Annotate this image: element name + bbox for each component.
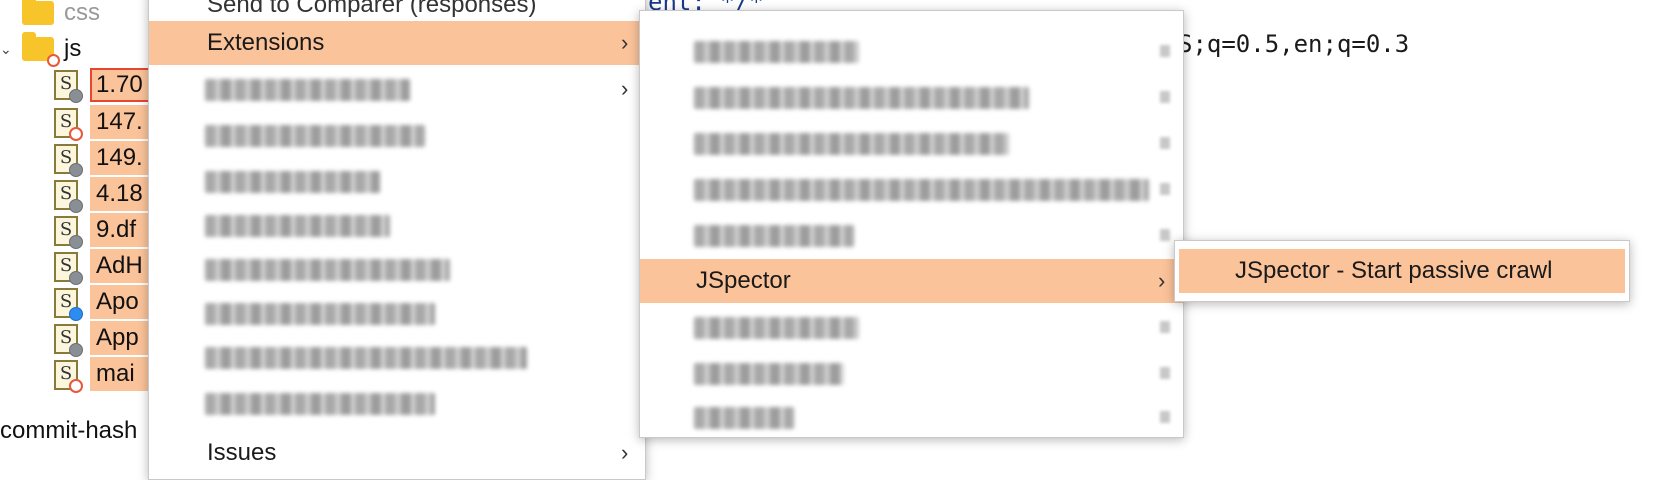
menu-item-redacted[interactable] <box>149 247 645 291</box>
tree-file[interactable]: S <box>54 248 83 286</box>
js-file-icon: S <box>54 70 83 103</box>
menu-item-issues[interactable]: Issues › <box>149 431 645 475</box>
js-file-icon: S <box>54 288 83 321</box>
jspector-submenu: JSpector - Start passive crawl <box>1174 240 1630 302</box>
tree-file-label[interactable]: Apo <box>90 285 156 319</box>
tree-file[interactable]: S <box>54 104 83 142</box>
tree-file[interactable]: S <box>54 212 83 250</box>
extensions-submenu: JSpector › <box>639 10 1184 438</box>
status-badge <box>69 127 83 141</box>
tree-folder-css[interactable]: css <box>22 0 100 32</box>
tree-folder-label: js <box>64 35 82 62</box>
status-badge <box>69 235 83 249</box>
tree-file-label[interactable]: App <box>90 321 156 355</box>
status-badge <box>69 343 83 357</box>
menu-item-redacted[interactable] <box>640 395 1183 439</box>
status-badge <box>69 89 83 103</box>
menu-item-redacted[interactable] <box>149 113 645 157</box>
chevron-down-icon[interactable]: ⌄ <box>0 41 14 58</box>
menu-item-redacted[interactable] <box>149 291 645 335</box>
tree-file[interactable]: S <box>54 284 83 322</box>
js-file-icon: S <box>54 360 83 393</box>
js-file-icon: S <box>54 216 83 249</box>
js-file-icon: S <box>54 144 83 177</box>
menu-item-redacted[interactable]: › <box>149 67 645 111</box>
tree-folder-label: css <box>64 0 100 26</box>
folder-icon <box>22 32 60 67</box>
tree-file-label[interactable]: 147. <box>90 105 156 139</box>
menu-item-extensions[interactable]: Extensions › <box>149 21 645 65</box>
tree-file[interactable]: S <box>54 320 83 358</box>
status-badge <box>69 379 83 393</box>
js-file-icon: S <box>54 108 83 141</box>
tree-folder-js[interactable]: ⌄ js <box>0 30 81 68</box>
js-file-icon: S <box>54 180 83 213</box>
menu-item-redacted[interactable] <box>640 351 1183 395</box>
editor-text-accept-language: S;q=0.5,en;q=0.3 <box>1178 30 1410 58</box>
status-badge <box>69 199 83 213</box>
tree-file-label[interactable]: 9.df <box>90 213 156 247</box>
tree-file-label[interactable]: 149. <box>90 141 156 175</box>
tree-item-commit-hash[interactable]: commit-hash <box>0 412 137 450</box>
js-file-icon: S <box>54 324 83 357</box>
menu-item-start-passive-crawl[interactable]: JSpector - Start passive crawl <box>1179 249 1625 293</box>
chevron-right-icon: › <box>1158 268 1166 293</box>
menu-item-redacted[interactable] <box>640 305 1183 349</box>
status-badge <box>69 271 83 285</box>
tree-file[interactable]: S <box>54 356 83 394</box>
tree-file[interactable]: S <box>54 140 83 178</box>
js-file-icon: S <box>54 252 83 285</box>
status-badge <box>69 163 83 177</box>
menu-item-redacted[interactable] <box>149 203 645 247</box>
chevron-right-icon: › <box>621 30 629 55</box>
file-tree: css ⌄ js S 1.70 S 147. S 149. S 4.18 S 9… <box>0 0 156 460</box>
tree-file-label[interactable]: AdH <box>90 249 156 283</box>
tree-file[interactable]: S <box>54 176 83 214</box>
folder-icon <box>22 0 54 25</box>
menu-item-redacted[interactable] <box>640 213 1183 257</box>
context-menu: Send to Comparer (responses) Extensions … <box>148 0 646 480</box>
menu-item-redacted[interactable] <box>149 335 645 379</box>
chevron-right-icon: › <box>621 440 629 465</box>
tree-file[interactable]: S <box>54 66 83 104</box>
menu-item-redacted[interactable] <box>149 159 645 203</box>
menu-item-redacted[interactable] <box>640 167 1183 211</box>
tree-file-label-selected[interactable]: 1.70 <box>90 68 156 102</box>
menu-item-redacted[interactable] <box>149 381 645 425</box>
status-badge <box>69 307 83 321</box>
tree-file-label[interactable]: mai <box>90 357 156 391</box>
chevron-right-icon: › <box>621 76 629 101</box>
tree-item-label: commit-hash <box>0 417 138 444</box>
menu-item-jspector[interactable]: JSpector › <box>640 259 1183 303</box>
menu-item-redacted[interactable] <box>640 75 1183 119</box>
menu-item-redacted[interactable] <box>640 121 1183 165</box>
menu-item-redacted[interactable] <box>640 29 1183 73</box>
tree-file-label[interactable]: 4.18 <box>90 177 156 211</box>
